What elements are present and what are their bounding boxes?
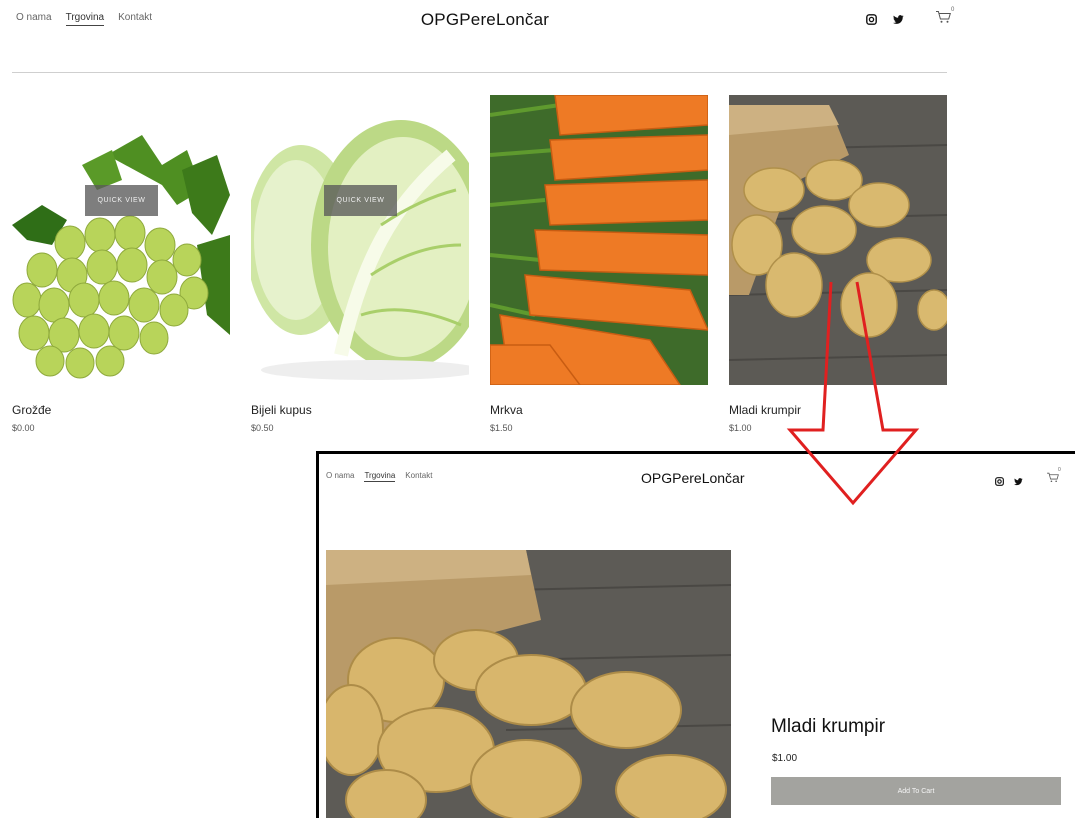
product-price: $1.50 bbox=[490, 423, 513, 433]
product-detail-image[interactable] bbox=[326, 550, 731, 818]
product-name[interactable]: Mrkva bbox=[490, 403, 708, 417]
cart-icon bbox=[935, 11, 952, 28]
product-image-cabbage[interactable]: QUICK VIEW bbox=[251, 95, 469, 385]
nav-link-kontakt[interactable]: Kontakt bbox=[405, 471, 432, 482]
product-price: $1.00 bbox=[772, 753, 798, 764]
header-divider bbox=[12, 72, 947, 73]
nav-link-o-nama[interactable]: O nama bbox=[326, 471, 354, 482]
cart-button[interactable]: 0 bbox=[935, 7, 955, 29]
product-card-grozde[interactable]: QUICK VIEW Grožđe $0.00 bbox=[12, 95, 230, 433]
instagram-icon[interactable] bbox=[995, 473, 1004, 491]
product-image-carrots[interactable] bbox=[490, 95, 708, 385]
product-title: Mladi krumpir bbox=[771, 716, 886, 737]
add-to-cart-button[interactable]: Add To Cart bbox=[771, 777, 1061, 805]
product-name[interactable]: Bijeli kupus bbox=[251, 403, 469, 417]
cart-button[interactable]: 0 bbox=[1046, 467, 1061, 488]
product-image-grapes[interactable]: QUICK VIEW bbox=[12, 95, 230, 385]
quick-view-button[interactable]: QUICK VIEW bbox=[324, 185, 397, 216]
product-detail-screenshot: O nama Trgovina Kontakt OPGPereLončar 0 bbox=[316, 451, 1075, 818]
product-card-mladi-krumpir[interactable]: Mladi krumpir $1.00 bbox=[729, 95, 947, 433]
nav-link-trgovina[interactable]: Trgovina bbox=[364, 471, 396, 482]
detail-nav: O nama Trgovina Kontakt bbox=[326, 471, 432, 482]
site-title[interactable]: OPGPereLončar bbox=[641, 470, 745, 486]
instagram-icon[interactable] bbox=[866, 12, 877, 30]
cart-count: 0 bbox=[951, 7, 955, 13]
product-card-bijeli-kupus[interactable]: QUICK VIEW Bijeli kupus $0.50 bbox=[251, 95, 469, 433]
quick-view-button[interactable]: QUICK VIEW bbox=[85, 185, 158, 216]
product-card-mrkva[interactable]: Mrkva $1.50 bbox=[490, 95, 708, 433]
product-name[interactable]: Grožđe bbox=[12, 403, 230, 417]
social-links bbox=[995, 473, 1023, 491]
product-name[interactable]: Mladi krumpir bbox=[729, 403, 947, 417]
site-title[interactable]: OPGPereLončar bbox=[0, 10, 970, 30]
social-links bbox=[866, 12, 904, 30]
twitter-icon[interactable] bbox=[893, 12, 904, 30]
cart-count: 0 bbox=[1058, 467, 1061, 473]
product-price: $0.50 bbox=[251, 423, 274, 433]
product-price: $0.00 bbox=[12, 423, 35, 433]
product-price: $1.00 bbox=[729, 423, 752, 433]
product-image-potatoes[interactable] bbox=[729, 95, 947, 385]
twitter-icon[interactable] bbox=[1014, 473, 1023, 491]
